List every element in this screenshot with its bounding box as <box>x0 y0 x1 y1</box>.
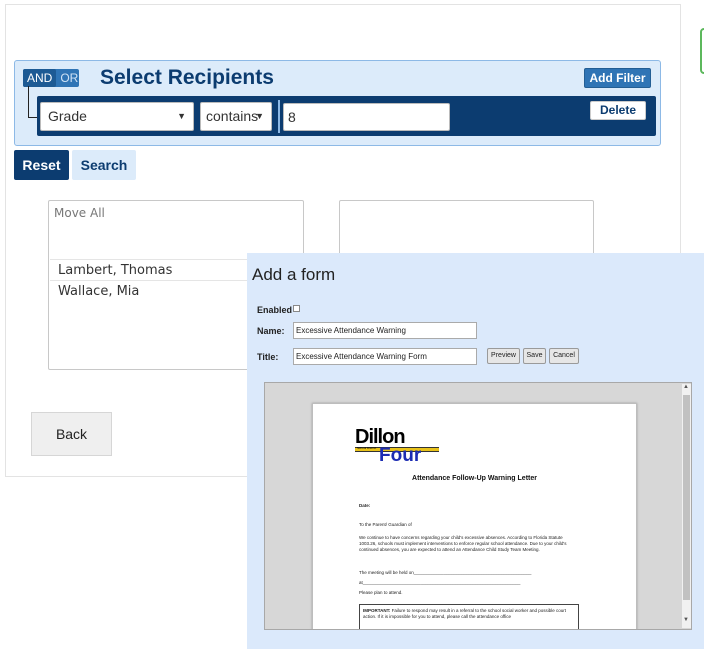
side-panel-edge <box>700 28 704 74</box>
field-select-value: Grade <box>48 108 87 124</box>
important-text: Failure to respond may result in a refer… <box>363 608 567 619</box>
dialog-title: Add a form <box>252 265 336 284</box>
scroll-down-icon[interactable]: ▼ <box>683 617 689 623</box>
document-heading: Attendance Follow-Up Warning Letter <box>412 475 537 482</box>
enabled-checkbox[interactable] <box>293 305 300 312</box>
logo-four-text: Four <box>379 445 422 466</box>
date-label: Date: <box>359 503 371 508</box>
document-preview[interactable]: Dillon School District Four Attendance F… <box>264 382 692 630</box>
divider <box>278 100 280 133</box>
please-attend: Please plan to attend. <box>359 590 403 595</box>
scrollbar-thumb[interactable] <box>683 395 690 600</box>
move-all-option[interactable]: Move All <box>54 206 105 220</box>
field-select[interactable]: Grade ▼ <box>40 102 194 131</box>
title-field[interactable]: Excessive Attendance Warning Form <box>293 348 477 365</box>
preview-button[interactable]: Preview <box>487 348 520 364</box>
at-line: at______________________________________… <box>359 580 521 585</box>
search-button[interactable]: Search <box>72 150 136 180</box>
or-option[interactable]: OR <box>56 69 82 87</box>
save-button[interactable]: Save <box>523 348 546 364</box>
important-label: IMPORTANT: <box>363 608 391 613</box>
salutation: To the Parent/ Guardian of <box>359 522 412 527</box>
operator-select-value: contains <box>206 108 259 124</box>
delete-filter-button[interactable]: Delete <box>590 101 646 120</box>
caret-down-icon: ▼ <box>255 111 264 121</box>
logo-school-district: School District <box>357 446 377 450</box>
meeting-line: The meeting will be held on_____________… <box>359 570 532 575</box>
caret-down-icon: ▼ <box>177 111 186 121</box>
operator-select[interactable]: contains ▼ <box>200 102 272 131</box>
add-filter-button[interactable]: Add Filter <box>584 68 651 88</box>
title-label: Title: <box>257 352 279 362</box>
filter-value-input[interactable]: 8 <box>283 103 450 131</box>
letter-body: We continue to have concerns regarding y… <box>359 535 567 552</box>
name-field[interactable]: Excessive Attendance Warning <box>293 322 477 339</box>
and-option[interactable]: AND <box>23 69 57 87</box>
and-or-toggle[interactable]: AND OR <box>23 69 79 87</box>
scroll-up-icon[interactable]: ▲ <box>683 384 689 390</box>
page-title: Select Recipients <box>100 66 274 89</box>
important-notice: IMPORTANT: Failure to respond may result… <box>359 604 579 629</box>
document-page: Dillon School District Four Attendance F… <box>312 403 637 629</box>
back-button[interactable]: Back <box>31 412 112 456</box>
enabled-label: Enabled <box>257 305 293 315</box>
name-label: Name: <box>257 326 285 336</box>
cancel-button[interactable]: Cancel <box>549 348 579 364</box>
reset-button[interactable]: Reset <box>14 150 69 180</box>
